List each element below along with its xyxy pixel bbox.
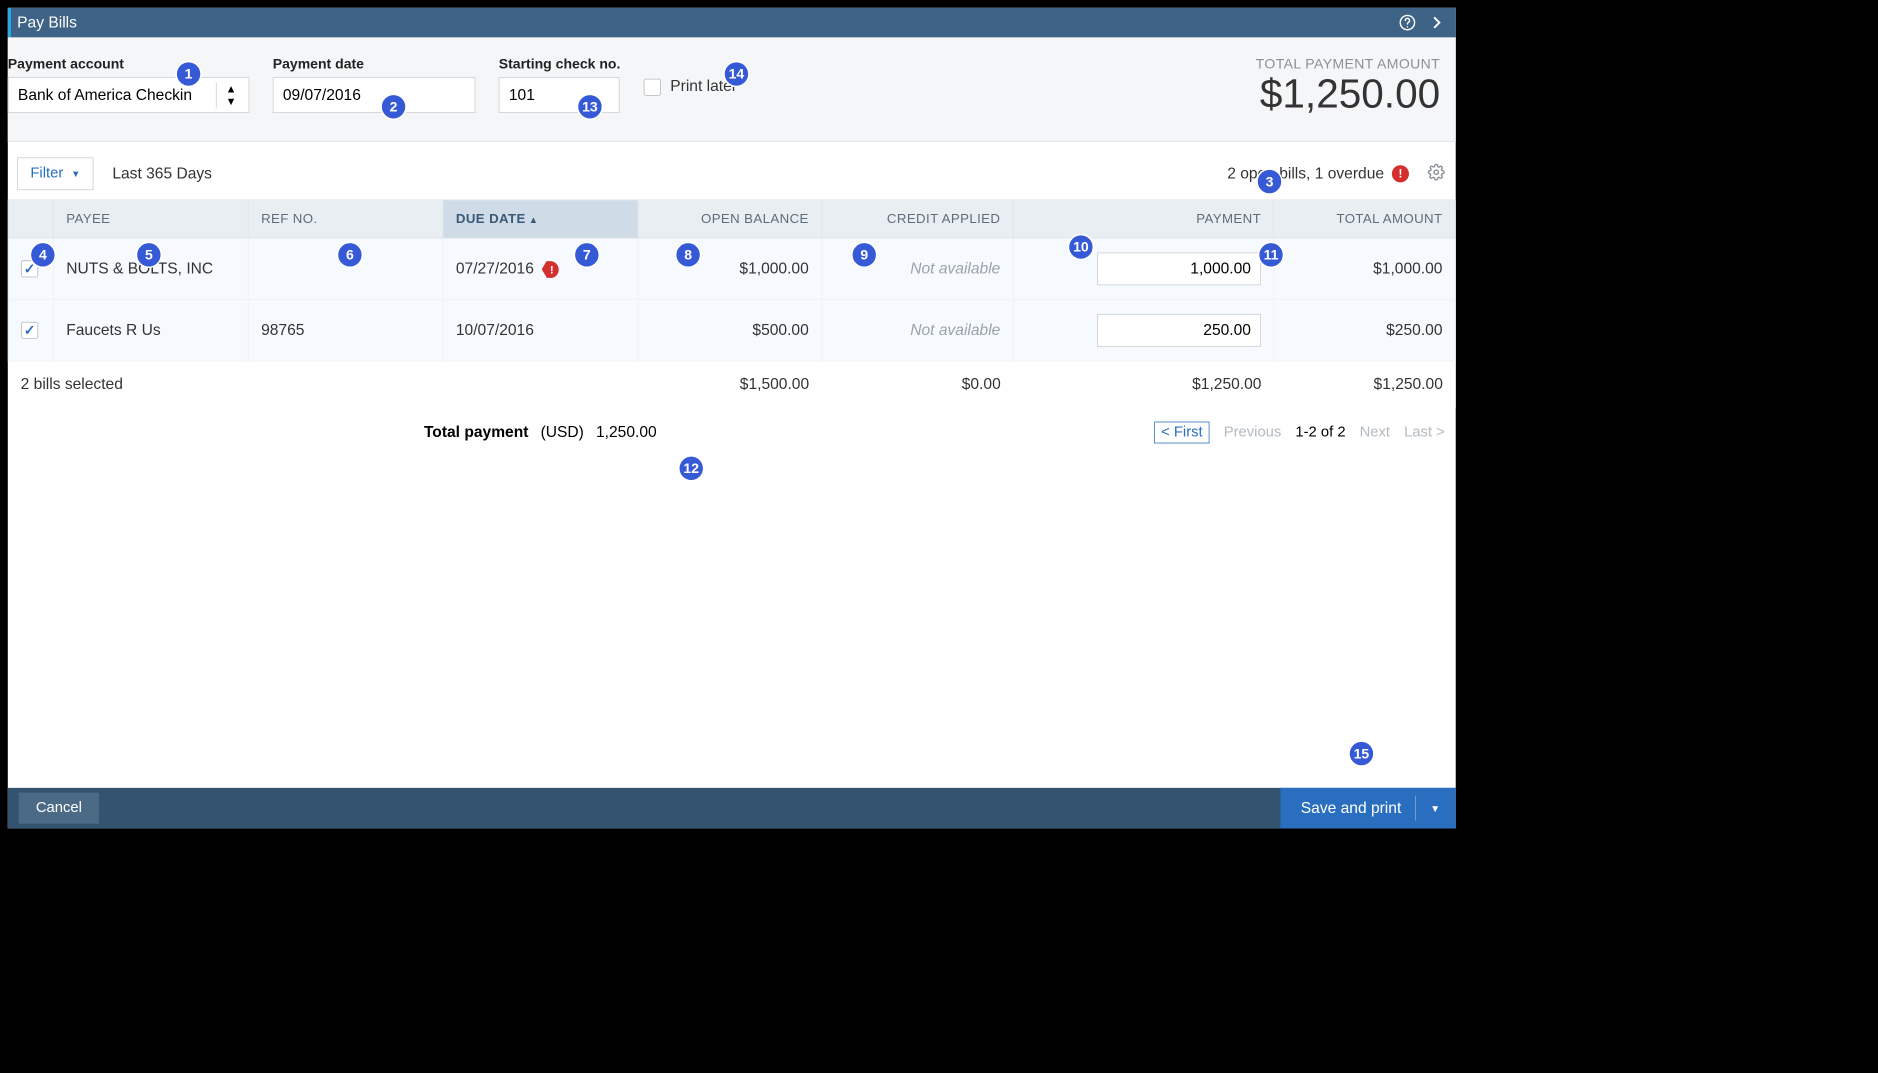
totals-row: 2 bills selected $1,500.00 $0.00 $1,250.… [8,361,1455,407]
totals-payment: $1,250.00 [1013,361,1274,407]
select-chevron-icon: ▲▼ [216,83,239,108]
col-payment[interactable]: PAYMENT [1013,200,1274,238]
col-payee[interactable]: PAYEE [53,200,248,238]
cancel-button[interactable]: Cancel [19,793,99,824]
table-row: NUTS & BOLTS, INC 07/27/2016! $1,000.00 … [8,238,1455,300]
row-duedate: 10/07/2016 [443,300,638,362]
annotation-11: 11 [1258,242,1284,268]
annotation-4: 4 [30,242,56,268]
totals-totalamt: $1,250.00 [1274,361,1455,407]
form-strip: Payment account Bank of America Checkin … [8,37,1456,141]
payment-account-select[interactable]: Bank of America Checkin ▲▼ [8,77,250,113]
row-openbal: $1,000.00 [638,238,822,300]
bills-table: PAYEE REF NO. DUE DATE OPEN BALANCE CRED… [8,200,1456,408]
pager: < First Previous 1-2 of 2 Next Last > [1154,422,1445,444]
annotation-13: 13 [577,94,603,120]
annotation-6: 6 [337,242,363,268]
footer-row: Total payment (USD) 1,250.00 < First Pre… [8,408,1456,444]
col-credit[interactable]: CREDIT APPLIED [822,200,1014,238]
payment-account-value: Bank of America Checkin [18,86,192,104]
toolbar: Filter ▼ Last 365 Days 2 open bills, 1 o… [8,142,1456,200]
totals-lead: 2 bills selected [8,361,638,407]
pager-next[interactable]: Next [1360,424,1390,441]
print-later-checkbox[interactable] [644,78,661,95]
row-credit: Not available [822,238,1014,300]
titlebar: Pay Bills [8,8,1456,38]
payment-date-input[interactable] [273,77,476,113]
pager-last[interactable]: Last > [1404,424,1445,441]
col-refno[interactable]: REF NO. [248,200,443,238]
row-totalamt: $250.00 [1274,300,1455,362]
annotation-5: 5 [136,242,162,268]
gear-icon[interactable] [1428,163,1445,184]
print-later-field: Print later [644,78,737,96]
col-duedate[interactable]: DUE DATE [443,200,638,238]
col-totalamt[interactable]: TOTAL AMOUNT [1274,200,1455,238]
pager-prev[interactable]: Previous [1224,424,1282,441]
col-checkbox[interactable] [8,200,53,238]
alert-icon: ! [1392,165,1409,182]
annotation-12: 12 [678,455,704,481]
annotation-8: 8 [675,242,701,268]
annotation-15: 15 [1348,740,1374,766]
annotation-10: 10 [1068,234,1094,260]
open-bills-text: 2 open bills, 1 overdue [1227,165,1384,183]
save-label: Save and print [1301,799,1402,817]
annotation-2: 2 [380,94,406,120]
row-credit: Not available [822,300,1014,362]
row-refno: 98765 [248,300,443,362]
total-payment-currency: (USD) [541,424,584,441]
annotation-9: 9 [851,242,877,268]
open-bills-status: 2 open bills, 1 overdue ! [1227,165,1409,183]
payment-account-field: Payment account Bank of America Checkin … [8,56,250,113]
bottombar: Cancel Save and print ▼ [8,788,1456,829]
table-row: Faucets R Us 98765 10/07/2016 $500.00 No… [8,300,1455,362]
overdue-icon: ! [542,261,559,278]
window-title: Pay Bills [17,14,1398,32]
col-openbal[interactable]: OPEN BALANCE [638,200,822,238]
row-payment-cell [1013,238,1274,300]
row-payment-input[interactable] [1097,252,1261,285]
payment-date-label: Payment date [273,56,476,72]
payment-date-field: Payment date [273,56,476,113]
chevron-down-icon: ▼ [71,168,80,179]
annotation-14: 14 [723,61,749,87]
chevron-down-icon[interactable]: ▼ [1430,802,1440,814]
annotation-7: 7 [574,242,600,268]
row-totalamt: $1,000.00 [1274,238,1455,300]
filter-button[interactable]: Filter ▼ [17,157,93,190]
row-duedate: 07/27/2016! [443,238,638,300]
save-and-print-button[interactable]: Save and print ▼ [1280,788,1455,829]
row-openbal: $500.00 [638,300,822,362]
total-payment-footer-label: Total payment [424,424,528,441]
totals-credit: $0.00 [822,361,1014,407]
total-payment-footer-value: 1,250.00 [596,424,657,441]
row-checkbox[interactable] [21,322,38,339]
pager-first[interactable]: < First [1154,422,1210,444]
annotation-3: 3 [1256,168,1282,194]
help-icon[interactable] [1398,13,1417,32]
filter-label: Filter [30,165,63,182]
row-payee: Faucets R Us [53,300,248,362]
row-payment-cell [1013,300,1274,362]
payment-account-label: Payment account [8,56,250,72]
filter-range: Last 365 Days [112,165,212,183]
expand-icon[interactable] [1428,13,1447,32]
total-payment-amount: $1,250.00 [1256,71,1440,118]
total-payment-footer: Total payment (USD) 1,250.00 [424,424,657,442]
total-payment-box: TOTAL PAYMENT AMOUNT $1,250.00 [1256,56,1445,118]
pager-range: 1-2 of 2 [1295,424,1345,441]
totals-openbal: $1,500.00 [638,361,822,407]
starting-check-label: Starting check no. [499,56,621,72]
row-payment-input[interactable] [1097,314,1261,347]
annotation-1: 1 [175,61,201,87]
